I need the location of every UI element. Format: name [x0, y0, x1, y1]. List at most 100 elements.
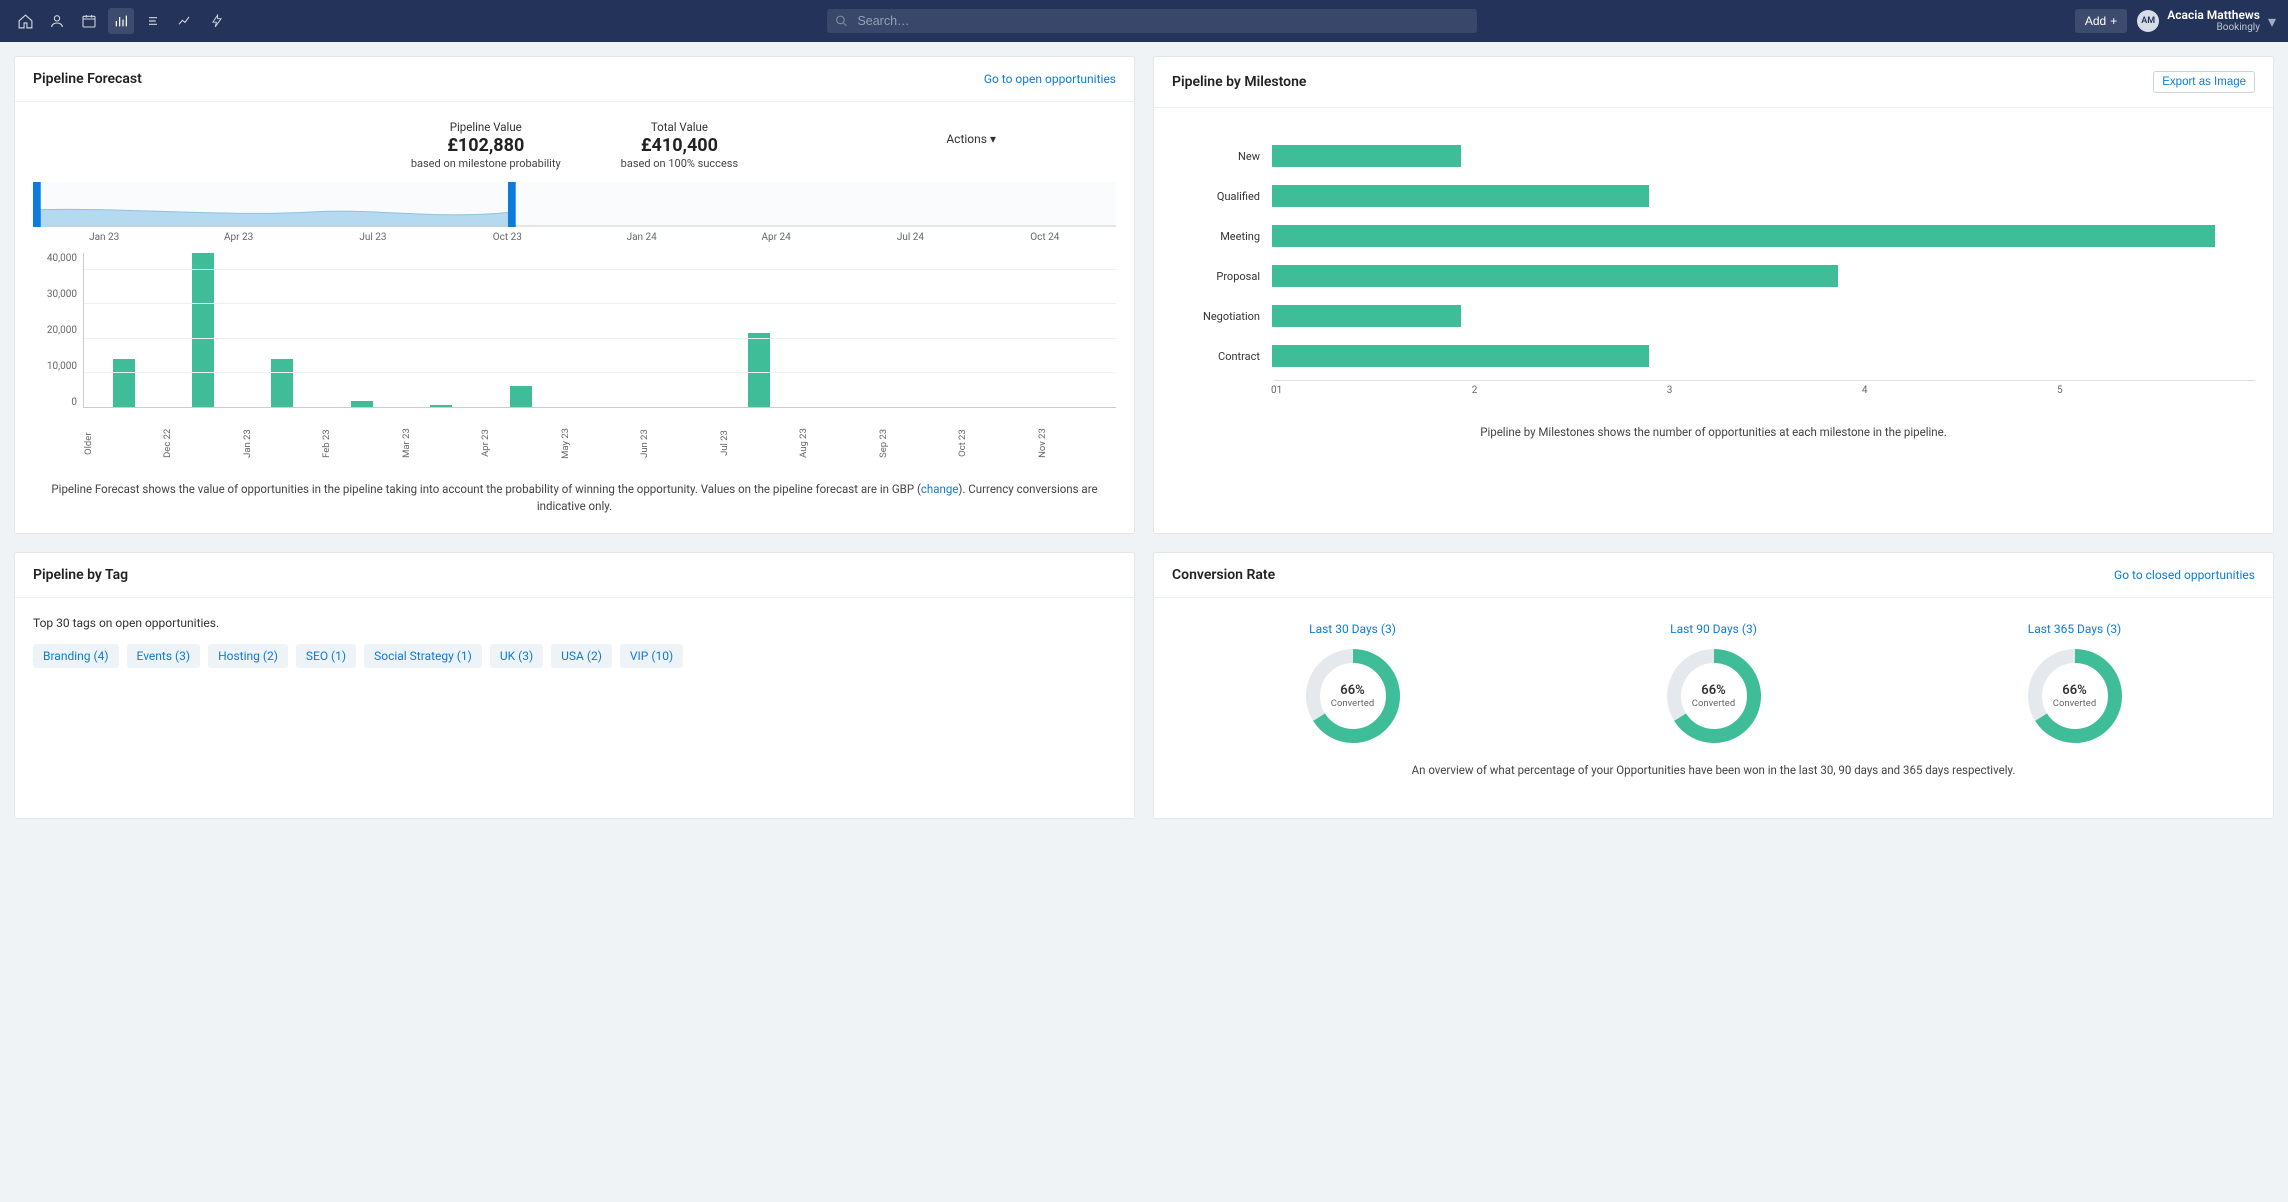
closed-opportunities-link[interactable]: Go to closed opportunities [2114, 568, 2255, 582]
kpi-label: Pipeline Value [411, 120, 561, 134]
bar-slot [402, 253, 481, 407]
bar[interactable] [748, 333, 770, 407]
milestone-x-axis: 012345 [1274, 380, 2255, 396]
hbar-fill[interactable] [1272, 305, 1461, 327]
avatar: AM [2137, 10, 2159, 32]
hbar-fill[interactable] [1272, 225, 2215, 247]
kpi-sub: based on 100% success [621, 157, 738, 170]
add-button[interactable]: Add + [2075, 9, 2127, 33]
card-pipeline-by-milestone: Pipeline by Milestone Export as Image Ne… [1153, 56, 2274, 534]
user-menu[interactable]: AM Acacia Matthews Bookingly ▾ [2137, 9, 2276, 33]
nav-icons-group [12, 8, 230, 34]
kpi-label: Total Value [621, 120, 738, 134]
bolt-icon[interactable] [204, 8, 230, 34]
card-title: Pipeline Forecast [33, 71, 142, 87]
tag-chip[interactable]: Hosting (2) [208, 644, 288, 668]
bar-chart-icon[interactable] [108, 8, 134, 34]
hbar-row: New [1182, 136, 2215, 176]
line-chart-icon[interactable] [172, 8, 198, 34]
hbar-row: Contract [1182, 336, 2215, 376]
donut-percent: 66% [1701, 683, 1725, 698]
card-pipeline-forecast: Pipeline Forecast Go to open opportuniti… [14, 56, 1135, 534]
bar-slot [163, 253, 242, 407]
tag-chip[interactable]: USA (2) [551, 644, 612, 668]
list-icon[interactable] [140, 8, 166, 34]
donut-sub: Converted [1692, 698, 1735, 709]
card-title: Pipeline by Milestone [1172, 74, 1306, 90]
bar[interactable] [510, 386, 532, 407]
bar[interactable] [271, 359, 293, 407]
hbar-fill[interactable] [1272, 145, 1461, 167]
milestone-description: Pipeline by Milestones shows the number … [1172, 424, 2255, 441]
actions-label: Actions [946, 132, 987, 146]
hbar-label: New [1182, 150, 1272, 163]
export-as-image-button[interactable]: Export as Image [2153, 71, 2255, 93]
bar-slot [640, 253, 719, 407]
range-axis-labels: Jan 23Apr 23Jul 23Oct 23Jan 24Apr 24Jul … [33, 229, 1116, 243]
calendar-icon[interactable] [76, 8, 102, 34]
tag-chip[interactable]: Branding (4) [33, 644, 119, 668]
person-icon[interactable] [44, 8, 70, 34]
kpi-total-value: Total Value £410,400 based on 100% succe… [621, 120, 738, 170]
bar-slot [878, 253, 957, 407]
bar[interactable] [430, 405, 452, 407]
bar[interactable] [113, 359, 135, 407]
conversion-period: Last 90 Days (3) 66%Converted [1664, 622, 1764, 746]
conversion-period-link[interactable]: Last 365 Days (3) [2025, 622, 2125, 636]
add-button-label: Add [2085, 14, 2106, 28]
conversion-period-link[interactable]: Last 30 Days (3) [1303, 622, 1403, 636]
forecast-range-selector[interactable] [33, 182, 1116, 227]
bar-slot [1037, 253, 1116, 407]
hbar-label: Proposal [1182, 270, 1272, 283]
actions-dropdown[interactable]: Actions ▾ [946, 132, 996, 146]
hbar-label: Negotiation [1182, 310, 1272, 323]
hbar-fill[interactable] [1272, 185, 1649, 207]
tag-chip[interactable]: Social Strategy (1) [364, 644, 482, 668]
donut-chart: 66%Converted [2025, 646, 2125, 746]
conversion-donuts: Last 30 Days (3)66%ConvertedLast 90 Days… [1172, 622, 2255, 746]
top-navigation-bar: Add + AM Acacia Matthews Bookingly ▾ [0, 0, 2288, 42]
hbar-fill[interactable] [1272, 345, 1649, 367]
hbar-row: Meeting [1182, 216, 2215, 256]
home-icon[interactable] [12, 8, 38, 34]
hbar-row: Negotiation [1182, 296, 2215, 336]
plus-icon: + [2110, 14, 2117, 28]
milestone-bar-chart: NewQualifiedMeetingProposalNegotiationCo… [1172, 126, 2255, 376]
conversion-period-link[interactable]: Last 90 Days (3) [1664, 622, 1764, 636]
bar-slot [481, 253, 560, 407]
hbar-row: Proposal [1182, 256, 2215, 296]
donut-percent: 66% [2062, 683, 2086, 698]
tag-chip[interactable]: Events (3) [127, 644, 201, 668]
conversion-period: Last 365 Days (3) 66%Converted [2025, 622, 2125, 746]
forecast-x-labels: OlderDec 22Jan 23Feb 23Mar 23Apr 23May 2… [83, 428, 1116, 465]
kpi-sub: based on milestone probability [411, 157, 561, 170]
bar[interactable] [351, 401, 373, 407]
bar[interactable] [192, 253, 214, 407]
card-conversion-rate: Conversion Rate Go to closed opportuniti… [1153, 552, 2274, 819]
bar-slot [322, 253, 401, 407]
tag-chip[interactable]: VIP (10) [620, 644, 683, 668]
user-org: Bookingly [2167, 22, 2260, 33]
hbar-label: Meeting [1182, 230, 1272, 243]
tags-intro: Top 30 tags on open opportunities. [33, 616, 1116, 630]
bar-slot [957, 253, 1036, 407]
donut-chart: 66%Converted [1664, 646, 1764, 746]
user-name: Acacia Matthews [2167, 9, 2260, 22]
tag-chip[interactable]: SEO (1) [296, 644, 356, 668]
hbar-fill[interactable] [1272, 265, 1838, 287]
tag-chip[interactable]: UK (3) [490, 644, 543, 668]
bar-slot [243, 253, 322, 407]
open-opportunities-link[interactable]: Go to open opportunities [984, 72, 1116, 86]
tags-list: Branding (4) Events (3) Hosting (2) SEO (1)… [33, 644, 1116, 668]
card-title: Conversion Rate [1172, 567, 1275, 583]
donut-percent: 66% [1340, 683, 1364, 698]
card-title: Pipeline by Tag [33, 567, 128, 583]
change-currency-link[interactable]: change [921, 482, 959, 496]
bar-slot [799, 253, 878, 407]
forecast-bar-chart: 40,00030,00020,00010,0000 [33, 253, 1116, 428]
search-input[interactable] [827, 9, 1477, 33]
kpi-value: £102,880 [411, 135, 561, 156]
bar-slot [560, 253, 639, 407]
conversion-period: Last 30 Days (3)66%Converted [1303, 622, 1403, 746]
donut-sub: Converted [2053, 698, 2096, 709]
